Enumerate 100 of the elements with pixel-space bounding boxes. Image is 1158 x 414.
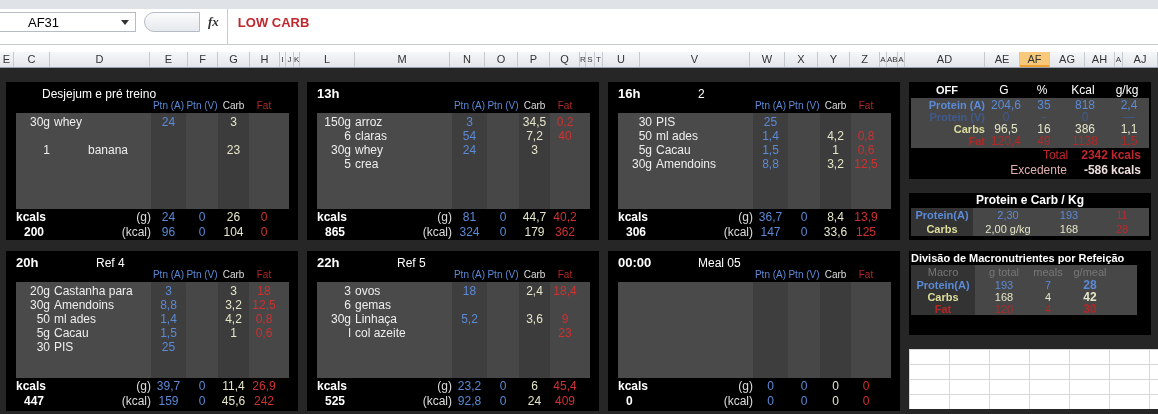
column-header[interactable]: D <box>50 52 150 67</box>
column-header[interactable]: K <box>294 52 300 67</box>
column-header: Ptn (V) <box>788 270 820 280</box>
total-value: 242 <box>253 394 275 409</box>
nutrient-value: 0,8 <box>856 129 876 143</box>
nutrient-value: 4,2 <box>224 312 243 326</box>
food-name: Castanha para <box>53 284 134 298</box>
food-quantity: 50 <box>637 129 652 143</box>
total-label: Total <box>1042 148 1069 163</box>
unit-label: (g) <box>437 379 452 394</box>
column-header[interactable]: E <box>0 52 14 67</box>
nutrient-value: 0,6 <box>856 143 876 157</box>
nutrient-value: 1,5 <box>761 143 780 157</box>
summary-value: 0 <box>1002 111 1010 123</box>
food-quantity: 150g <box>323 115 351 129</box>
nutrient-value: 18 <box>461 284 478 298</box>
nutrient-value: 3,2 <box>224 298 243 312</box>
food-name: ovos <box>354 284 382 298</box>
total-kcal: 200 <box>23 225 45 240</box>
total-value: 0 <box>197 394 207 409</box>
column-header: Carb <box>522 270 547 280</box>
name-box[interactable]: AF31 <box>0 12 136 32</box>
column-header[interactable]: P <box>518 52 550 67</box>
column-header[interactable]: A <box>1115 52 1123 67</box>
column-header[interactable]: U <box>603 52 640 67</box>
column-header[interactable]: N <box>450 52 485 67</box>
food-quantity: 30 <box>637 115 652 129</box>
column-header[interactable]: I <box>280 52 286 67</box>
column-header[interactable]: Z <box>850 52 880 67</box>
column-header[interactable]: AB <box>887 52 898 67</box>
column-header: Ptn (A) <box>151 270 186 280</box>
column-header[interactable]: AD <box>905 52 985 67</box>
total-value: 0 <box>861 394 871 409</box>
food-name: whey <box>53 115 83 129</box>
column-header[interactable]: C <box>14 52 50 67</box>
summary-value: 96,5 <box>993 123 1019 135</box>
nutrient-value: 3 <box>164 284 173 298</box>
food-quantity: 5g <box>637 143 652 157</box>
column-header: Carb <box>522 101 547 111</box>
column-header: Ptn (A) <box>452 270 487 280</box>
total-value: 409 <box>554 394 576 409</box>
total-value: 0 <box>861 379 871 394</box>
meal-time: 16h <box>618 86 642 101</box>
column-header[interactable]: Q <box>550 52 580 67</box>
summary-value: 204,6 <box>990 99 1022 111</box>
column-header[interactable]: L <box>300 52 355 67</box>
formula-field[interactable]: LOW CARB <box>226 9 1158 45</box>
nutrient-value: 3 <box>229 284 238 298</box>
total-value: 0 <box>799 379 809 394</box>
column-header[interactable]: V <box>640 52 750 67</box>
column-header[interactable]: T <box>595 52 603 67</box>
column-header: Ptn (V) <box>487 101 519 111</box>
nutrient-value: 23 <box>225 143 242 157</box>
insert-function-button[interactable]: fx <box>208 14 219 30</box>
total-value: 33,6 <box>822 225 849 240</box>
food-quantity: 6 <box>343 298 351 312</box>
column-header[interactable]: X <box>785 52 818 67</box>
column-header[interactable]: A <box>898 52 905 67</box>
column-header: Ptn (V) <box>788 101 820 111</box>
total-value: 39,7 <box>155 379 182 394</box>
spreadsheet-cells[interactable] <box>909 349 1158 409</box>
summary-value: — <box>1123 111 1135 123</box>
total-value: 0 <box>799 394 809 409</box>
column-header: Ptn (A) <box>753 270 788 280</box>
food-name: Cacau <box>655 143 692 157</box>
column-header[interactable]: AJ <box>1123 52 1158 67</box>
food-quantity: 1 <box>42 142 50 157</box>
resize-handle[interactable] <box>144 12 200 32</box>
column-header[interactable]: H <box>250 52 280 67</box>
total-value: 44,7 <box>521 210 548 225</box>
nutrient-value: 34,5 <box>521 115 548 129</box>
column-header: Fat <box>857 101 875 111</box>
summary-value: 2,00 g/kg <box>984 222 1032 237</box>
column-header[interactable]: G <box>218 52 250 67</box>
caret-icon[interactable] <box>121 19 129 25</box>
total-value: 0 <box>498 379 508 394</box>
column-header[interactable]: M <box>355 52 450 67</box>
column-header[interactable]: F <box>188 52 218 67</box>
macro-label: Carbs <box>911 222 973 237</box>
column-header[interactable]: AG <box>1050 52 1085 67</box>
column-header[interactable]: A <box>880 52 887 67</box>
column-header[interactable]: O <box>485 52 518 67</box>
column-header[interactable]: J <box>286 52 294 67</box>
summary-value: 42 <box>1082 291 1098 303</box>
food-quantity: 30g <box>329 312 351 326</box>
column-header[interactable]: AF <box>1020 52 1050 67</box>
column-header[interactable]: Y <box>818 52 850 67</box>
nutrient-value: 23 <box>557 326 573 340</box>
column-header[interactable]: S <box>586 52 595 67</box>
column-header[interactable]: E <box>150 52 188 67</box>
summary-value: 386 <box>1074 123 1096 135</box>
column-header[interactable]: AH <box>1085 52 1115 67</box>
unit-label: (g) <box>738 210 753 225</box>
summary-value: 0 <box>1080 111 1090 123</box>
total-value: 96 <box>160 225 177 240</box>
food-quantity: 3 <box>343 284 351 298</box>
column-header[interactable]: W <box>750 52 785 67</box>
unit-label: (kcal) <box>121 225 151 240</box>
nutrient-value: 0,6 <box>254 326 274 340</box>
column-header[interactable]: R <box>580 52 586 67</box>
